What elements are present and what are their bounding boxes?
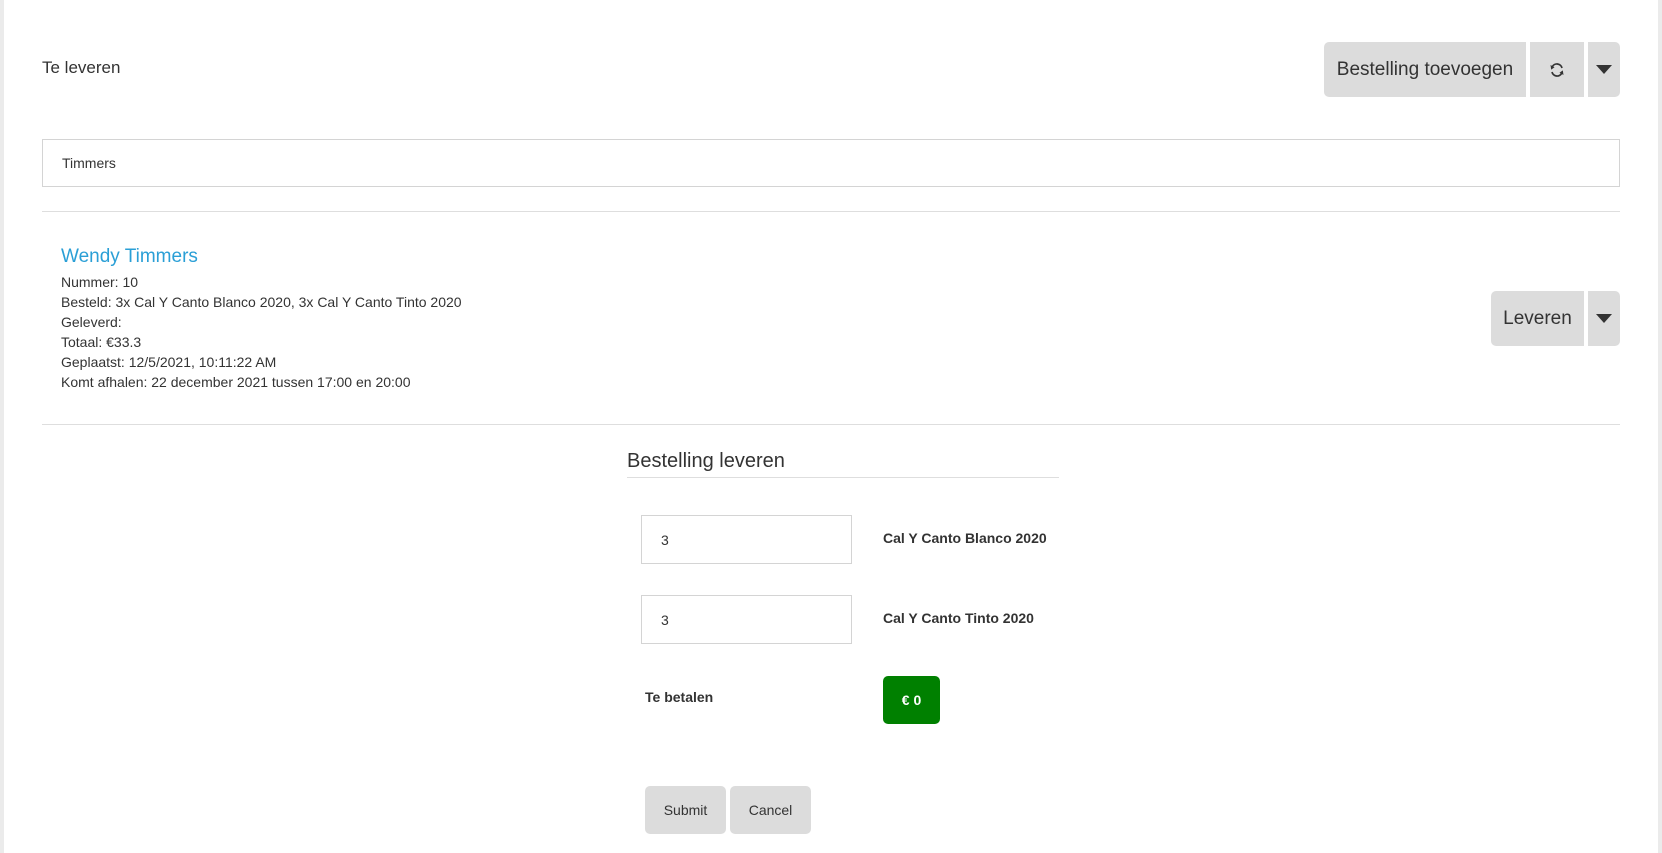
refresh-button[interactable] [1530, 42, 1584, 97]
order-pickup: Komt afhalen: 22 december 2021 tussen 17… [61, 374, 411, 390]
order-details: Nummer: 10 Besteld: 3x Cal Y Canto Blanc… [61, 272, 462, 392]
quantity-input[interactable] [641, 595, 852, 644]
to-pay-amount-badge: € 0 [883, 676, 940, 724]
order-placed: Geplaatst: 12/5/2021, 10:11:22 AM [61, 354, 277, 370]
wine-label: Cal Y Canto Tinto 2020 [883, 610, 1034, 626]
add-order-button[interactable]: Bestelling toevoegen [1324, 42, 1526, 97]
to-pay-label: Te betalen [645, 689, 714, 705]
delivery-form-title: Bestelling leveren [627, 450, 1059, 478]
order-items: Besteld: 3x Cal Y Canto Blanco 2020, 3x … [61, 294, 462, 310]
order-delivered: Geleverd: [61, 314, 122, 330]
customer-name-link[interactable]: Wendy Timmers [61, 246, 198, 268]
deliver-button-group: Leveren [1491, 291, 1620, 346]
page-title: Te leveren [42, 58, 121, 77]
main-panel: Te leveren Bestelling toevoegen Wendy Ti… [4, 0, 1658, 853]
quantity-input[interactable] [641, 515, 852, 564]
divider [42, 211, 1620, 212]
submit-button[interactable]: Submit [645, 786, 726, 834]
divider [42, 424, 1620, 425]
caret-down-icon [1596, 65, 1612, 74]
refresh-icon [1550, 62, 1564, 77]
header-button-group: Bestelling toevoegen [1324, 42, 1620, 97]
caret-down-icon [1596, 314, 1612, 323]
order-total: Totaal: €33.3 [61, 334, 142, 350]
wine-label: Cal Y Canto Blanco 2020 [883, 530, 1047, 546]
deliver-menu-button[interactable] [1588, 291, 1620, 346]
cancel-button[interactable]: Cancel [730, 786, 811, 834]
header-menu-button[interactable] [1588, 42, 1620, 97]
deliver-button[interactable]: Leveren [1491, 291, 1584, 346]
search-input[interactable] [42, 139, 1620, 187]
order-number: Nummer: 10 [61, 274, 139, 290]
